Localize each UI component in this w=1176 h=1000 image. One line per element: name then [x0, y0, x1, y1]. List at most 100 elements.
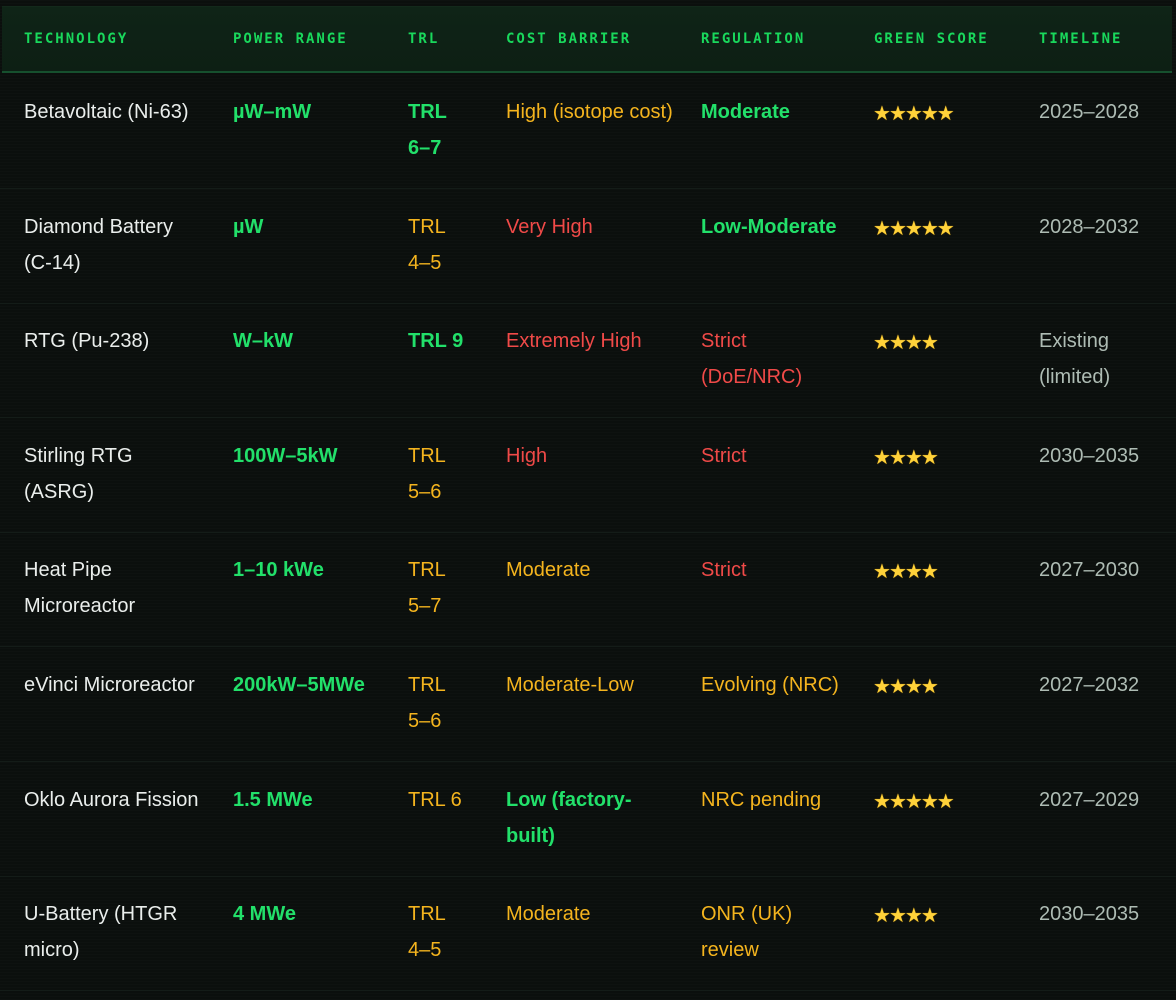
- table-row: Betavoltaic (Ni-63) µW–mW TRL 6–7 High (iso…: [0, 74, 1176, 189]
- technology-cell: Heat Pipe Microreactor: [24, 559, 136, 618]
- star-icon: ★: [904, 446, 923, 469]
- table-header-row: TECHNOLOGY POWER RANGE TRL COST BARRIER …: [2, 6, 1172, 73]
- star-icon: ★: [873, 103, 891, 125]
- star-icon: ★: [904, 561, 923, 584]
- star-icon: ★: [920, 332, 939, 355]
- power-range-cell: 4 MWe: [233, 903, 296, 926]
- star-icon: ★: [904, 905, 923, 928]
- star-icon: ★: [888, 790, 907, 813]
- table-row: Heat Pipe Microreactor 1–10 kWe TRL 5–7 Mod…: [0, 532, 1176, 648]
- star-icon: ★: [920, 103, 939, 125]
- timeline-cell: 2027–2030: [1039, 559, 1140, 582]
- technology-cell: Diamond Battery (C-14): [24, 215, 173, 274]
- technology-cell: U-Battery (HTGR micro): [24, 903, 178, 962]
- power-range-cell: 1–10 kWe: [233, 559, 324, 582]
- technology-cell: RTG (Pu-238): [24, 330, 150, 353]
- star-icon: ★: [888, 446, 907, 469]
- table-row: Oklo Aurora Fission 1.5 MWe TRL 6 Low (fact…: [0, 762, 1176, 877]
- star-icon: ★: [873, 561, 891, 584]
- star-icon: ★: [873, 332, 891, 355]
- star-icon: ★: [904, 332, 923, 355]
- technology-comparison-table: TECHNOLOGY POWER RANGE TRL COST BARRIER …: [0, 0, 1176, 1000]
- trl-cell: TRL 6: [408, 788, 462, 811]
- regulation-cell: ONR (UK) review: [701, 903, 793, 962]
- power-range-cell: 200kW–5MWe: [233, 674, 365, 696]
- star-icon: ★: [888, 217, 907, 240]
- power-range-cell: 100W–5kW: [233, 444, 338, 467]
- trl-cell: TRL 4–5: [408, 903, 446, 962]
- header-green-score[interactable]: GREEN SCORE: [874, 31, 989, 47]
- timeline-cell: 2030–2035: [1039, 444, 1140, 467]
- timeline-cell: 2027–2029: [1039, 788, 1140, 811]
- regulation-cell: Moderate: [701, 101, 790, 123]
- header-technology[interactable]: TECHNOLOGY: [24, 31, 128, 47]
- timeline-cell: Existing (limited): [1039, 330, 1111, 389]
- table-row: RTG (Pu-238) W–kW TRL 9 Extremely High Stric…: [0, 303, 1176, 419]
- star-icon: ★: [920, 561, 939, 584]
- cost-barrier-cell: Moderate-Low: [506, 674, 634, 696]
- star-icon: ★: [920, 905, 939, 928]
- timeline-cell: 2027–2032: [1039, 674, 1140, 696]
- timeline-cell: 2025–2028: [1039, 101, 1140, 123]
- trl-cell: TRL 9: [408, 330, 464, 353]
- green-score-cell: ★★★★: [873, 440, 1013, 476]
- power-range-cell: µW–mW: [233, 101, 312, 123]
- green-score-cell: ★★★★: [873, 898, 1013, 934]
- star-icon: ★: [904, 217, 923, 240]
- star-icon: ★: [920, 790, 939, 813]
- star-icon: ★: [888, 676, 907, 698]
- star-icon: ★: [936, 790, 955, 813]
- star-icon: ★: [904, 676, 923, 698]
- power-range-cell: 1.5 MWe: [233, 788, 313, 811]
- header-power-range[interactable]: POWER RANGE: [233, 31, 348, 47]
- regulation-cell: Strict (DoE/NRC): [701, 330, 803, 389]
- green-score-cell: ★★★★★: [873, 784, 1013, 820]
- regulation-cell: Low-Moderate: [701, 215, 837, 238]
- technology-cell: eVinci Microreactor: [24, 674, 195, 696]
- cost-barrier-cell: Extremely High: [506, 330, 642, 353]
- green-score-cell: ★★★★: [873, 325, 1013, 361]
- timeline-cell: 2030–2035: [1039, 903, 1140, 926]
- trl-cell: TRL 5–6: [408, 674, 446, 732]
- star-icon: ★: [936, 217, 955, 240]
- timeline-cell: 2028–2032: [1039, 215, 1140, 238]
- regulation-cell: NRC pending: [701, 788, 822, 811]
- trl-cell: TRL 4–5: [408, 215, 446, 274]
- regulation-cell: Evolving (NRC): [701, 674, 839, 696]
- star-icon: ★: [904, 103, 923, 125]
- star-icon: ★: [873, 676, 891, 698]
- power-range-cell: W–kW: [233, 330, 293, 353]
- header-cost-barrier[interactable]: COST BARRIER: [506, 31, 631, 47]
- star-icon: ★: [936, 103, 955, 125]
- green-score-cell: ★★★★: [873, 554, 1013, 590]
- cost-barrier-cell: High (isotope cost): [506, 101, 673, 123]
- star-icon: ★: [904, 790, 923, 813]
- star-icon: ★: [888, 332, 907, 355]
- cost-barrier-cell: High: [506, 444, 548, 467]
- star-icon: ★: [920, 446, 939, 469]
- header-regulation[interactable]: REGULATION: [701, 31, 805, 47]
- power-range-cell: µW: [233, 215, 264, 238]
- technology-cell: Oklo Aurora Fission: [24, 788, 199, 811]
- cost-barrier-cell: Moderate: [506, 559, 591, 582]
- cost-barrier-cell: Very High: [506, 215, 593, 238]
- table-row: Diamond Battery (C-14) µW TRL 4–5 Very High…: [0, 189, 1176, 304]
- trl-cell: TRL 6–7: [408, 101, 447, 159]
- header-timeline[interactable]: TIMELINE: [1039, 31, 1122, 47]
- green-score-cell: ★★★★: [873, 669, 1013, 705]
- star-icon: ★: [873, 446, 891, 469]
- cost-barrier-cell: Low (factory-built): [506, 788, 632, 847]
- star-icon: ★: [873, 790, 891, 813]
- technology-cell: Betavoltaic (Ni-63): [24, 101, 189, 123]
- star-icon: ★: [920, 676, 939, 698]
- green-score-cell: ★★★★★: [873, 211, 1013, 247]
- header-trl[interactable]: TRL: [408, 31, 439, 47]
- trl-cell: TRL 5–7: [408, 559, 446, 618]
- table-row: Stirling RTG (ASRG) 100W–5kW TRL 5–6 High St…: [0, 418, 1176, 533]
- star-icon: ★: [888, 905, 907, 928]
- regulation-cell: Strict: [701, 559, 747, 582]
- star-icon: ★: [888, 103, 907, 125]
- star-icon: ★: [888, 561, 907, 584]
- table-row: eVinci Microreactor 200kW–5MWe TRL 5–6 Mode…: [0, 647, 1176, 762]
- green-score-cell: ★★★★★: [873, 96, 1013, 132]
